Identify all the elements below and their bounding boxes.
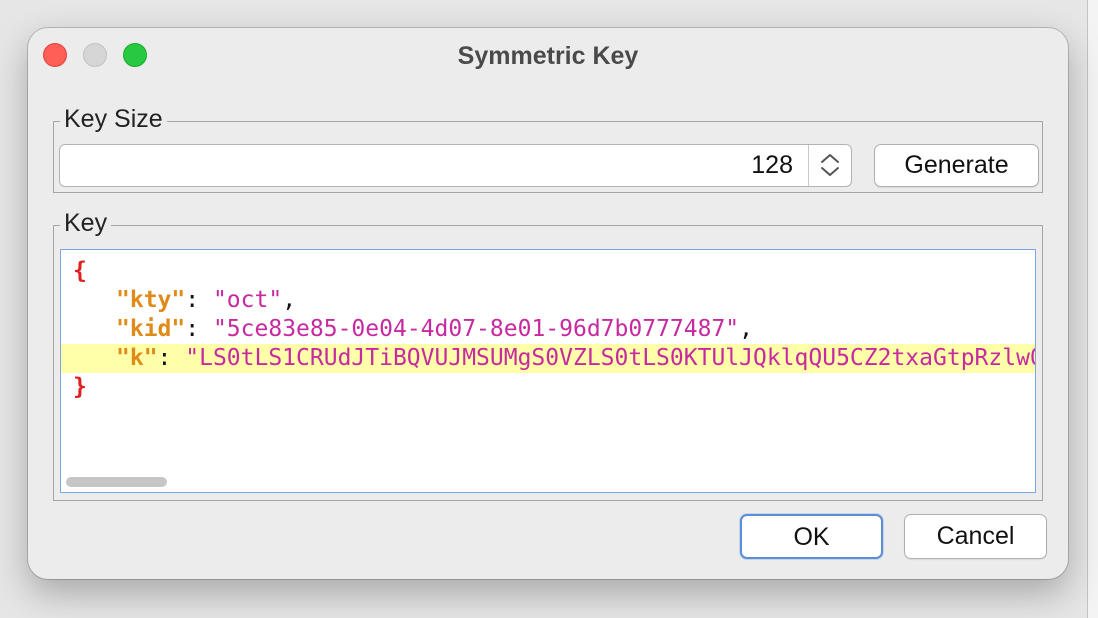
key-size-legend: Key Size [60, 104, 167, 134]
key-size-spinbox[interactable]: 128 [59, 144, 852, 187]
json-comma: , [282, 287, 297, 313]
dialog-title: Symmetric Key [457, 42, 639, 70]
key-legend: Key [60, 208, 112, 238]
key-group: Key { "kty": "oct", "kid": "5ce83e85-0e0… [53, 208, 1043, 501]
editor-line: } [61, 373, 1035, 402]
json-key: "kid" [116, 316, 186, 342]
key-size-group: Key Size 128 Generate [53, 104, 1043, 193]
json-key: "k" [116, 345, 158, 371]
close-brace: } [73, 374, 87, 400]
json-colon: : [185, 287, 213, 313]
cancel-button[interactable]: Cancel [904, 514, 1047, 559]
ok-button[interactable]: OK [740, 514, 883, 559]
open-brace: { [73, 258, 87, 284]
horizontal-scrollbar[interactable] [66, 477, 167, 487]
editor-line: { [61, 257, 1035, 286]
json-value: "5ce83e85-0e04-4d07-8e01-96d7b0777487" [212, 316, 740, 342]
symmetric-key-dialog: Symmetric Key Key Size 128 Generate Key … [28, 28, 1068, 579]
key-size-value[interactable]: 128 [751, 151, 793, 180]
json-value: "oct" [212, 287, 283, 313]
editor-line-current: "k": "LS0tLS1CRUdJTiBQVUJMSUMgS0VZLS0tLS… [61, 344, 1035, 373]
background-window-edge [1088, 0, 1098, 618]
json-key: "kty" [116, 287, 186, 313]
title-bar: Symmetric Key [28, 28, 1068, 84]
key-json-editor[interactable]: { "kty": "oct", "kid": "5ce83e85-0e04-4d… [60, 249, 1036, 493]
background-window-border [1087, 0, 1088, 618]
json-comma: , [739, 316, 754, 342]
json-colon: : [157, 345, 186, 371]
chevron-up-down-icon[interactable] [809, 145, 851, 186]
json-value: "LS0tLS1CRUdJTiBQVUJMSUMgS0VZLS0tLS0KTUl… [185, 345, 1035, 371]
json-colon: : [185, 316, 213, 342]
generate-button[interactable]: Generate [874, 144, 1039, 187]
editor-line: "kty": "oct", [61, 286, 1035, 315]
editor-line: "kid": "5ce83e85-0e04-4d07-8e01-96d7b077… [61, 315, 1035, 344]
